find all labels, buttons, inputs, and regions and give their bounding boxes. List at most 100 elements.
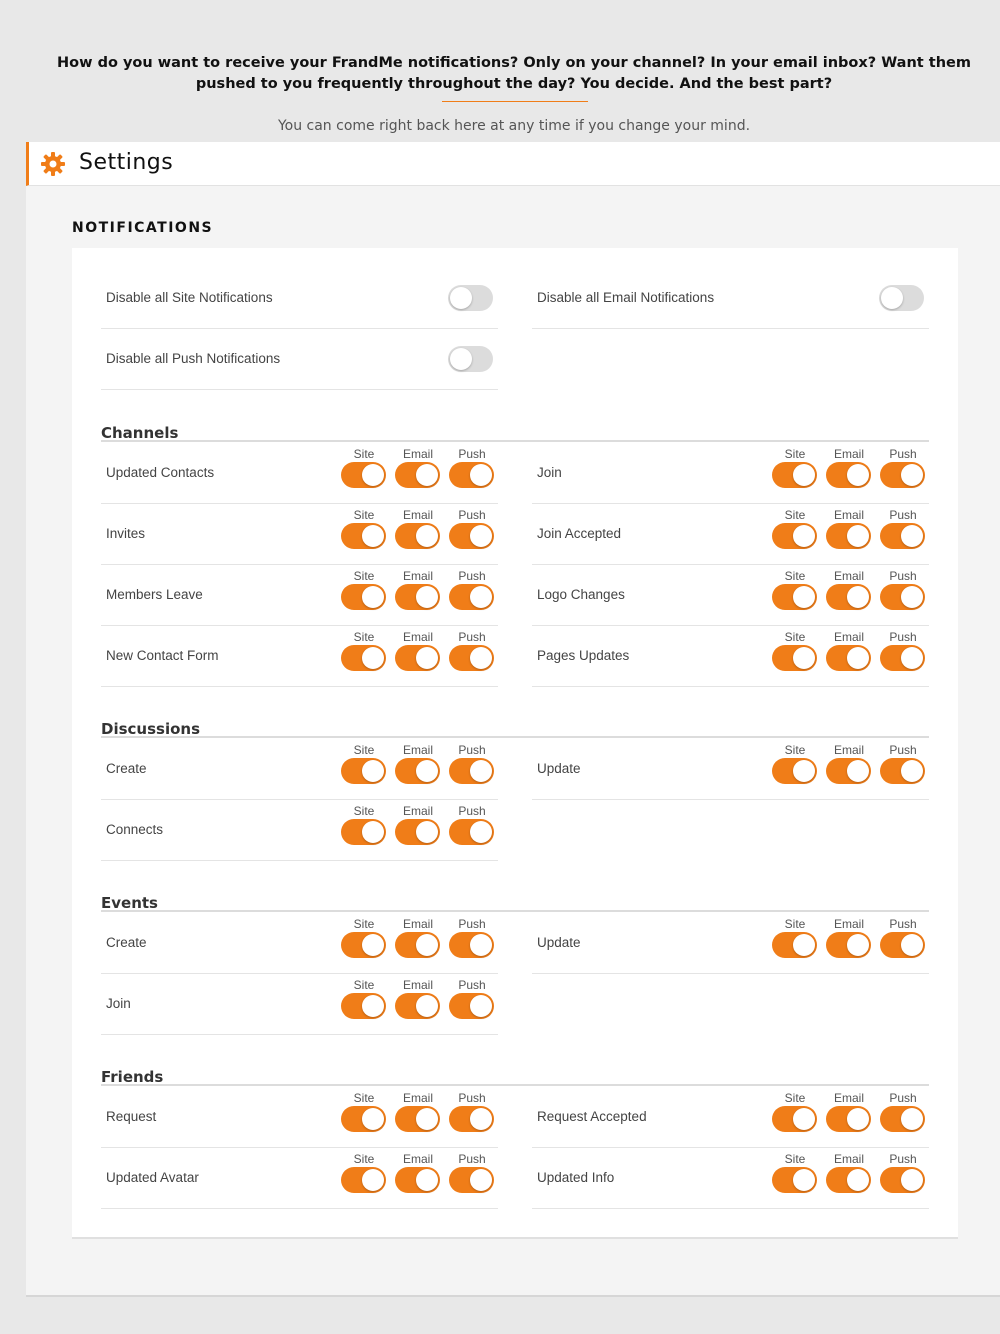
settings-header: Settings	[26, 142, 1000, 186]
push-toggle-group: Push	[449, 504, 495, 564]
site-toggle[interactable]	[772, 1106, 817, 1132]
site-toggle-group: Site	[341, 1148, 387, 1208]
site-toggle[interactable]	[772, 584, 817, 610]
email-toggle[interactable]	[395, 819, 440, 845]
email-toggle[interactable]	[395, 758, 440, 784]
notification-label: Create	[106, 935, 147, 950]
push-toggle[interactable]	[449, 645, 494, 671]
email-toggle[interactable]	[395, 1106, 440, 1132]
push-toggle[interactable]	[449, 932, 494, 958]
site-caption: Site	[353, 508, 375, 522]
email-toggle[interactable]	[395, 462, 440, 488]
notification-label: Join Accepted	[537, 526, 622, 541]
push-toggle[interactable]	[880, 523, 925, 549]
site-toggle[interactable]	[772, 1167, 817, 1193]
site-toggle-group: Site	[772, 913, 818, 973]
notification-row: Logo Changes Site Email Push	[532, 565, 929, 626]
toggle-knob	[901, 1108, 923, 1130]
push-toggle[interactable]	[880, 584, 925, 610]
site-toggle[interactable]	[341, 758, 386, 784]
toggle-knob	[416, 586, 438, 608]
site-toggle[interactable]	[341, 645, 386, 671]
email-toggle[interactable]	[826, 645, 871, 671]
push-toggle[interactable]	[449, 462, 494, 488]
notification-label: Request Accepted	[537, 1109, 647, 1124]
email-toggle[interactable]	[395, 523, 440, 549]
push-toggle[interactable]	[449, 1167, 494, 1193]
toggle-knob	[450, 348, 472, 370]
site-toggle[interactable]	[341, 993, 386, 1019]
push-toggle[interactable]	[449, 819, 494, 845]
disable-site-notifications-toggle[interactable]	[448, 285, 493, 311]
email-toggle[interactable]	[826, 758, 871, 784]
site-caption: Site	[353, 630, 375, 644]
global-row-site: Disable all Site Notifications	[101, 268, 498, 329]
push-toggle[interactable]	[449, 523, 494, 549]
push-toggle-group: Push	[880, 1087, 926, 1147]
site-toggle[interactable]	[341, 584, 386, 610]
site-toggle[interactable]	[772, 932, 817, 958]
toggle-knob	[901, 464, 923, 486]
email-toggle-group: Email	[826, 1148, 872, 1208]
email-toggle[interactable]	[826, 932, 871, 958]
push-caption: Push	[889, 447, 917, 461]
push-caption: Push	[458, 1091, 486, 1105]
push-toggle[interactable]	[880, 645, 925, 671]
email-toggle[interactable]	[395, 645, 440, 671]
site-toggle-group: Site	[772, 504, 818, 564]
email-toggle[interactable]	[395, 993, 440, 1019]
push-caption: Push	[458, 569, 486, 583]
email-toggle[interactable]	[395, 932, 440, 958]
push-toggle[interactable]	[449, 1106, 494, 1132]
toggle-knob	[416, 647, 438, 669]
site-toggle[interactable]	[341, 1167, 386, 1193]
toggle-knob	[416, 821, 438, 843]
email-toggle[interactable]	[826, 1106, 871, 1132]
site-toggle[interactable]	[772, 523, 817, 549]
site-toggle[interactable]	[772, 645, 817, 671]
notification-row: Create Site Email Push	[101, 913, 498, 974]
push-toggle[interactable]	[880, 1106, 925, 1132]
channel-toggles: Site Email Push	[341, 913, 498, 973]
push-caption: Push	[458, 743, 486, 757]
push-caption: Push	[458, 1152, 486, 1166]
email-toggle[interactable]	[826, 584, 871, 610]
push-toggle[interactable]	[449, 584, 494, 610]
notification-label: Update	[537, 935, 581, 950]
toggle-knob	[847, 647, 869, 669]
toggle-knob	[793, 586, 815, 608]
disable-push-notifications-toggle[interactable]	[448, 346, 493, 372]
site-toggle[interactable]	[341, 932, 386, 958]
site-toggle[interactable]	[341, 523, 386, 549]
site-toggle-group: Site	[772, 1148, 818, 1208]
notifications-heading: NOTIFICATIONS	[72, 220, 214, 236]
site-toggle[interactable]	[772, 758, 817, 784]
toggle-knob	[793, 647, 815, 669]
toggle-knob	[362, 586, 384, 608]
push-toggle[interactable]	[880, 932, 925, 958]
push-caption: Push	[889, 917, 917, 931]
toggle-knob	[470, 1108, 492, 1130]
push-toggle[interactable]	[449, 993, 494, 1019]
toggle-knob	[470, 1169, 492, 1191]
site-toggle[interactable]	[341, 819, 386, 845]
push-toggle[interactable]	[880, 462, 925, 488]
email-toggle[interactable]	[826, 523, 871, 549]
push-toggle[interactable]	[880, 758, 925, 784]
email-toggle[interactable]	[395, 1167, 440, 1193]
push-toggle[interactable]	[449, 758, 494, 784]
site-toggle[interactable]	[341, 1106, 386, 1132]
email-toggle-group: Email	[826, 565, 872, 625]
email-toggle[interactable]	[826, 462, 871, 488]
email-toggle[interactable]	[826, 1167, 871, 1193]
site-toggle[interactable]	[772, 462, 817, 488]
disable-email-notifications-toggle[interactable]	[879, 285, 924, 311]
toggle-knob	[362, 1108, 384, 1130]
push-toggle[interactable]	[880, 1167, 925, 1193]
email-caption: Email	[402, 1091, 433, 1105]
toggle-knob	[470, 934, 492, 956]
site-toggle[interactable]	[341, 462, 386, 488]
email-toggle[interactable]	[395, 584, 440, 610]
toggle-knob	[416, 525, 438, 547]
email-caption: Email	[833, 1152, 864, 1166]
